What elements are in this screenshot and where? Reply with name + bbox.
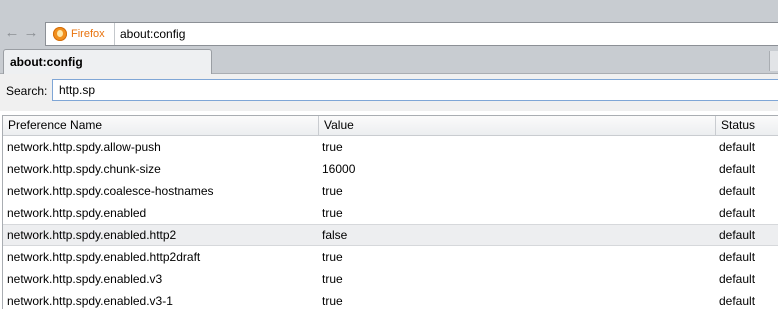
cell-value: true xyxy=(322,250,343,264)
column-header-status[interactable]: Status xyxy=(716,116,778,135)
cell-value: true xyxy=(322,272,343,286)
cell-name: network.http.spdy.chunk-size xyxy=(7,162,161,176)
search-input[interactable] xyxy=(52,79,778,101)
preferences-table: Preference Name Value Status network.htt… xyxy=(2,115,778,309)
table-row[interactable]: network.http.spdy.enabled.http2draft true… xyxy=(3,246,778,268)
cell-status: default xyxy=(719,140,756,154)
tab-strip: about:config xyxy=(0,47,778,74)
cell-name: network.http.spdy.coalesce-hostnames xyxy=(7,184,214,198)
column-header-preference-name[interactable]: Preference Name xyxy=(3,116,319,135)
tab-scroll-button[interactable] xyxy=(769,51,778,71)
about-config-page: Search: Preference Name Value Status net… xyxy=(0,74,778,309)
column-header-value[interactable]: Value xyxy=(319,116,716,135)
cell-status: default xyxy=(719,184,756,198)
search-label: Search: xyxy=(6,84,48,98)
table-row[interactable]: network.http.spdy.enabled true default xyxy=(3,202,778,224)
cell-name: network.http.spdy.enabled xyxy=(7,206,147,220)
cell-value: true xyxy=(322,206,343,220)
cell-name: network.http.spdy.enabled.http2 xyxy=(7,228,177,242)
cell-value: true xyxy=(322,140,343,154)
cell-name: network.http.spdy.enabled.v3 xyxy=(7,272,163,286)
cell-status: default xyxy=(719,250,756,264)
cell-value: false xyxy=(322,228,348,242)
cell-status: default xyxy=(719,206,756,220)
tab-label: about:config xyxy=(10,55,83,69)
cell-value: 16000 xyxy=(322,162,356,176)
table-row[interactable]: network.http.spdy.enabled.http2 false defa… xyxy=(3,224,778,246)
cell-value: true xyxy=(322,184,343,198)
firefox-logo-icon xyxy=(53,27,67,41)
table-row[interactable]: network.http.spdy.allow-push true default xyxy=(3,136,778,158)
tab-about-config[interactable]: about:config xyxy=(3,49,212,74)
cell-name: network.http.spdy.enabled.http2draft xyxy=(7,250,201,264)
table-row[interactable]: network.http.spdy.chunk-size 16000 default xyxy=(3,158,778,180)
table-header: Preference Name Value Status xyxy=(3,116,778,136)
cell-status: default xyxy=(719,162,756,176)
back-arrow-icon[interactable]: ← xyxy=(3,24,21,42)
identity-label: Firefox xyxy=(71,28,105,40)
table-row[interactable]: network.http.spdy.coalesce-hostnames true… xyxy=(3,180,778,202)
table-body: network.http.spdy.allow-push true default n… xyxy=(3,136,778,312)
table-row[interactable]: network.http.spdy.enabled.v3 true default xyxy=(3,268,778,290)
identity-box[interactable]: Firefox xyxy=(46,23,115,45)
search-bar: Search: xyxy=(0,74,778,111)
url-text[interactable]: about:config xyxy=(120,27,185,41)
forward-arrow-icon[interactable]: → xyxy=(22,24,40,42)
navigation-toolbar: ← → Firefox about:config xyxy=(0,0,778,47)
cell-status: default xyxy=(719,228,756,242)
cell-status: default xyxy=(719,272,756,286)
url-bar[interactable]: Firefox about:config xyxy=(45,22,778,46)
cell-name: network.http.spdy.allow-push xyxy=(7,140,161,154)
